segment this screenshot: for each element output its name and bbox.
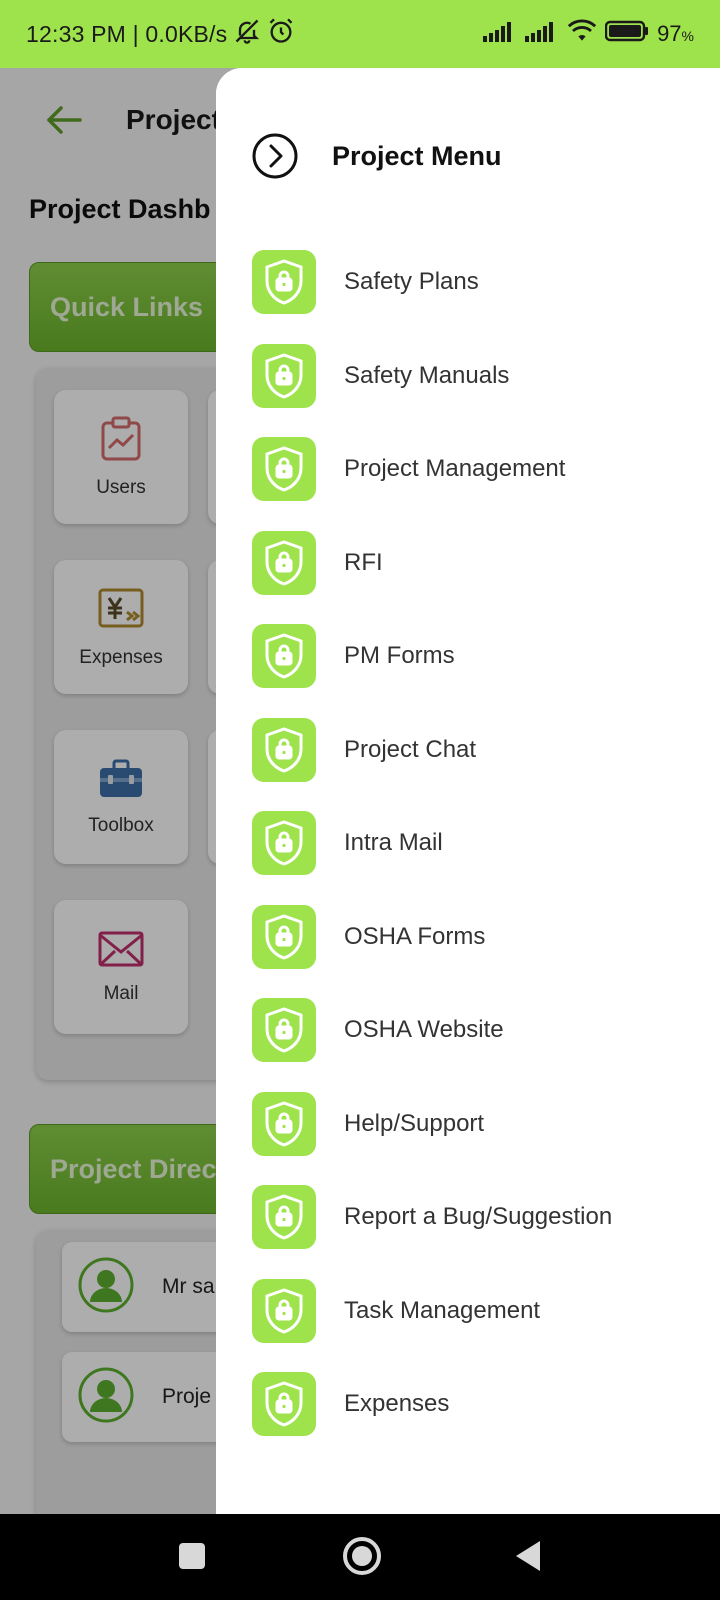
- menu-item-label: Safety Manuals: [344, 361, 510, 389]
- signal-icon-2: [525, 20, 559, 48]
- project-menu-drawer: Project Menu Safety Plans Safety Manuals P…: [216, 68, 720, 1514]
- menu-item-label: OSHA Forms: [344, 922, 486, 950]
- battery-icon: [604, 20, 649, 48]
- back-triangle-icon[interactable]: [513, 1539, 543, 1573]
- menu-item-safety-plans[interactable]: Safety Plans: [252, 250, 712, 314]
- menu-item-project-management[interactable]: Project Management: [252, 437, 712, 501]
- shield-lock-icon: [252, 998, 316, 1062]
- bell-off-icon: [227, 17, 261, 51]
- menu-item-pm-forms[interactable]: PM Forms: [252, 624, 712, 688]
- shield-lock-icon: [252, 717, 316, 782]
- menu-item-label: Expenses: [344, 1390, 450, 1417]
- menu-item-help-support[interactable]: Help/Support: [252, 1091, 712, 1156]
- shield-lock-icon: [252, 624, 316, 688]
- home-circle-icon[interactable]: [342, 1536, 382, 1576]
- shield-lock-icon: [252, 250, 316, 314]
- shield-lock-icon: [252, 530, 316, 595]
- shield-lock-icon: [252, 343, 316, 408]
- wifi-icon: [567, 19, 597, 49]
- menu-item-label: Intra Mail: [344, 829, 443, 856]
- menu-item-project-chat[interactable]: Project Chat: [252, 717, 712, 782]
- recents-square-icon[interactable]: [178, 1542, 206, 1570]
- shield-lock-icon: [252, 1091, 316, 1156]
- shield-lock-icon: [252, 437, 316, 501]
- menu-item-label: Project Chat: [344, 735, 477, 763]
- menu-item-osha-forms[interactable]: OSHA Forms: [252, 904, 712, 969]
- menu-item-safety-manuals[interactable]: Safety Manuals: [252, 343, 712, 408]
- status-time-speed: 12:33 PM | 0.0KB/s: [26, 20, 228, 47]
- drawer-title: Project Menu: [332, 140, 502, 171]
- drawer-header: Project Menu: [216, 68, 720, 218]
- shield-lock-icon: [252, 1372, 316, 1436]
- menu-item-label: RFI: [344, 548, 383, 576]
- menu-item-report-a-bug-suggestion[interactable]: Report a Bug/Suggestion: [252, 1185, 712, 1249]
- menu-item-rfi[interactable]: RFI: [252, 530, 712, 595]
- menu-item-osha-website[interactable]: OSHA Website: [252, 998, 712, 1062]
- system-nav-bar: [0, 1514, 720, 1600]
- alarm-icon: [261, 17, 295, 51]
- menu-item-expenses[interactable]: Expenses: [252, 1372, 712, 1436]
- menu-item-label: Project Management: [344, 455, 566, 482]
- menu-item-label: Safety Plans: [344, 268, 479, 295]
- menu-item-label: OSHA Website: [344, 1016, 504, 1043]
- shield-lock-icon: [252, 1278, 316, 1343]
- battery-level: 97: [657, 21, 682, 46]
- menu-item-label: Report a Bug/Suggestion: [344, 1203, 613, 1230]
- menu-item-task-management[interactable]: Task Management: [252, 1278, 712, 1343]
- menu-item-intra-mail[interactable]: Intra Mail: [252, 811, 712, 875]
- battery-unit: %: [681, 28, 694, 44]
- shield-lock-icon: [252, 811, 316, 875]
- signal-icon: [483, 20, 517, 48]
- close-drawer-chevron-icon[interactable]: [252, 133, 298, 179]
- shield-lock-icon: [252, 904, 316, 969]
- menu-item-label: PM Forms: [344, 642, 455, 669]
- shield-lock-icon: [252, 1185, 316, 1249]
- status-bar: 12:33 PM | 0.0KB/s 97%: [0, 0, 720, 68]
- menu-item-label: Task Management: [344, 1296, 541, 1324]
- menu-item-label: Help/Support: [344, 1109, 485, 1137]
